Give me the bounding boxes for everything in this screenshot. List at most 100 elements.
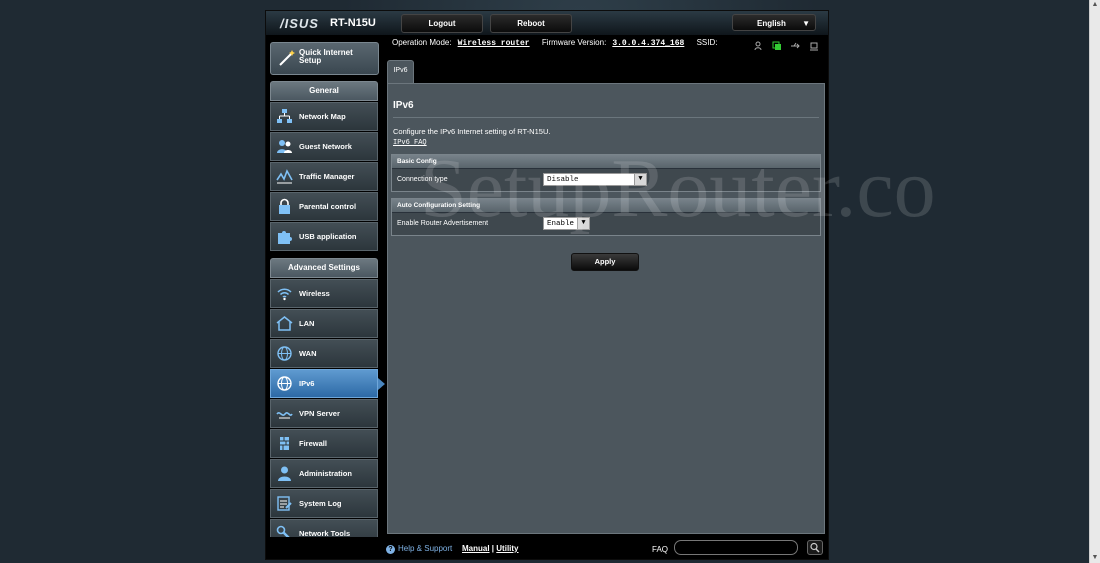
page-description: Configure the IPv6 Internet setting of R…	[393, 127, 551, 136]
apply-button[interactable]: Apply	[571, 253, 639, 271]
sidebar-item-label: USB application	[299, 232, 357, 241]
home-icon	[276, 315, 293, 332]
system-log-icon	[276, 495, 293, 512]
language-select[interactable]: English ▼	[732, 14, 816, 31]
page-scrollbar[interactable]: ▲ ▼	[1089, 0, 1100, 563]
connection-type-label: Connection type	[397, 176, 448, 183]
scroll-up-icon[interactable]: ▲	[1090, 0, 1100, 10]
advanced-settings-header: Advanced Settings	[270, 258, 378, 278]
page-title: IPv6	[393, 100, 414, 111]
manual-link[interactable]: Manual	[462, 544, 490, 553]
sidebar-item-label: IPv6	[299, 379, 315, 388]
quick-internet-setup-button[interactable]: Quick Internet Setup	[270, 42, 379, 75]
main-content: IPv6 Configure the IPv6 Internet setting…	[387, 83, 825, 534]
sidebar-item-label: System Log	[299, 499, 342, 508]
auto-configuration-table: Auto Configuration Setting Enable Router…	[391, 198, 821, 236]
wifi-icon	[276, 285, 293, 302]
router-advertisement-row: Enable Router Advertisement Enable ▼	[392, 212, 820, 235]
basic-config-header: Basic Config	[392, 155, 820, 168]
sidebar-item-label: Firewall	[299, 439, 327, 448]
sidebar-item-usb-application[interactable]: USB application	[270, 222, 378, 251]
link-separator: |	[491, 544, 495, 553]
top-bar: /ISUS RT-N15U Logout Reboot English ▼	[266, 11, 828, 35]
connection-type-select[interactable]: Disable ▼	[543, 173, 647, 186]
asus-logo: /ISUS	[280, 16, 319, 31]
dropdown-arrow-icon: ▼	[634, 174, 646, 185]
sidebar-item-label: Administration	[299, 469, 352, 478]
scroll-down-icon[interactable]: ▼	[1090, 553, 1100, 563]
sidebar-item-system-log[interactable]: System Log	[270, 489, 378, 518]
connection-type-row: Connection type Disable ▼	[392, 168, 820, 191]
globe-icon	[276, 345, 293, 362]
firmware-label: Firmware Version:	[541, 38, 607, 47]
router-advertisement-value: Enable	[547, 220, 575, 228]
title-divider	[393, 117, 819, 118]
sidebar-item-administration[interactable]: Administration	[270, 459, 378, 488]
ipv6-globe-icon	[276, 375, 293, 392]
sidebar-item-label: Wireless	[299, 289, 330, 298]
clients-icon[interactable]	[754, 41, 764, 51]
vpn-icon	[276, 405, 293, 422]
operation-mode-link[interactable]: Wireless router	[458, 39, 530, 48]
guest-network-icon	[276, 138, 293, 155]
sidebar-item-vpn-server[interactable]: VPN Server	[270, 399, 378, 428]
sidebar-item-network-map[interactable]: Network Map	[270, 102, 378, 131]
admin-user-icon	[276, 465, 293, 482]
search-icon	[810, 542, 820, 553]
operation-mode-label: Operation Mode:	[392, 38, 452, 47]
magic-wand-icon	[277, 48, 297, 68]
traffic-manager-icon	[276, 168, 293, 185]
usb-icon[interactable]	[790, 41, 801, 51]
sidebar-item-ipv6[interactable]: IPv6	[270, 369, 385, 398]
sidebar-item-traffic-manager[interactable]: Traffic Manager	[270, 162, 378, 191]
lock-icon	[276, 198, 293, 215]
router-admin-frame: /ISUS RT-N15U Logout Reboot English ▼ Op…	[265, 10, 829, 560]
firmware-version-link[interactable]: 3.0.0.4.374_168	[612, 39, 684, 48]
firewall-icon	[276, 435, 293, 452]
sidebar-item-label: Parental control	[299, 202, 357, 211]
help-links: Manual | Utility	[462, 544, 519, 553]
dropdown-arrow-icon: ▼	[802, 19, 810, 28]
dropdown-arrow-icon: ▼	[577, 218, 589, 229]
basic-config-table: Basic Config Connection type Disable ▼	[391, 154, 821, 192]
faq-search-button[interactable]	[807, 540, 823, 555]
quick-internet-setup-label: Quick Internet Setup	[299, 48, 353, 65]
footer: ? Help & Support Manual | Utility FAQ	[266, 537, 828, 559]
ssid-label: SSID:	[696, 38, 718, 47]
sidebar-item-label: LAN	[299, 319, 315, 328]
network-map-icon	[276, 108, 293, 125]
connection-type-value: Disable	[547, 176, 579, 184]
printer-icon[interactable]	[809, 41, 819, 51]
sidebar: General Network Map Guest Network Traffi…	[270, 81, 385, 548]
sidebar-item-parental-control[interactable]: Parental control	[270, 192, 378, 221]
sidebar-item-label: VPN Server	[299, 409, 340, 418]
reboot-button[interactable]: Reboot	[490, 14, 572, 33]
general-header: General	[270, 81, 378, 101]
auto-configuration-header: Auto Configuration Setting	[392, 199, 820, 212]
model-name: RT-N15U	[330, 17, 376, 29]
sidebar-item-guest-network[interactable]: Guest Network	[270, 132, 378, 161]
status-row: Operation Mode: Wireless router Firmware …	[392, 38, 723, 48]
help-support: ? Help & Support	[386, 544, 452, 554]
sidebar-item-wireless[interactable]: Wireless	[270, 279, 378, 308]
tab-ipv6[interactable]: IPv6	[387, 60, 414, 84]
utility-link[interactable]: Utility	[496, 544, 518, 553]
status-icons	[754, 41, 825, 53]
sidebar-item-label: WAN	[299, 349, 317, 358]
logout-button[interactable]: Logout	[401, 14, 483, 33]
sidebar-item-label: Traffic Manager	[299, 172, 355, 181]
connection-status-icon[interactable]	[772, 41, 782, 51]
sidebar-item-label: Guest Network	[299, 142, 352, 151]
ipv6-faq-link[interactable]: IPv6 FAQ	[393, 139, 427, 147]
router-advertisement-select[interactable]: Enable ▼	[543, 217, 590, 230]
router-advertisement-label: Enable Router Advertisement	[397, 220, 489, 227]
puzzle-icon	[276, 228, 293, 245]
sidebar-item-lan[interactable]: LAN	[270, 309, 378, 338]
sidebar-item-firewall[interactable]: Firewall	[270, 429, 378, 458]
sidebar-item-label: Network Map	[299, 112, 346, 121]
help-icon: ?	[386, 545, 395, 554]
faq-search-input[interactable]	[674, 540, 798, 555]
sidebar-item-wan[interactable]: WAN	[270, 339, 378, 368]
language-value: English	[757, 19, 786, 28]
